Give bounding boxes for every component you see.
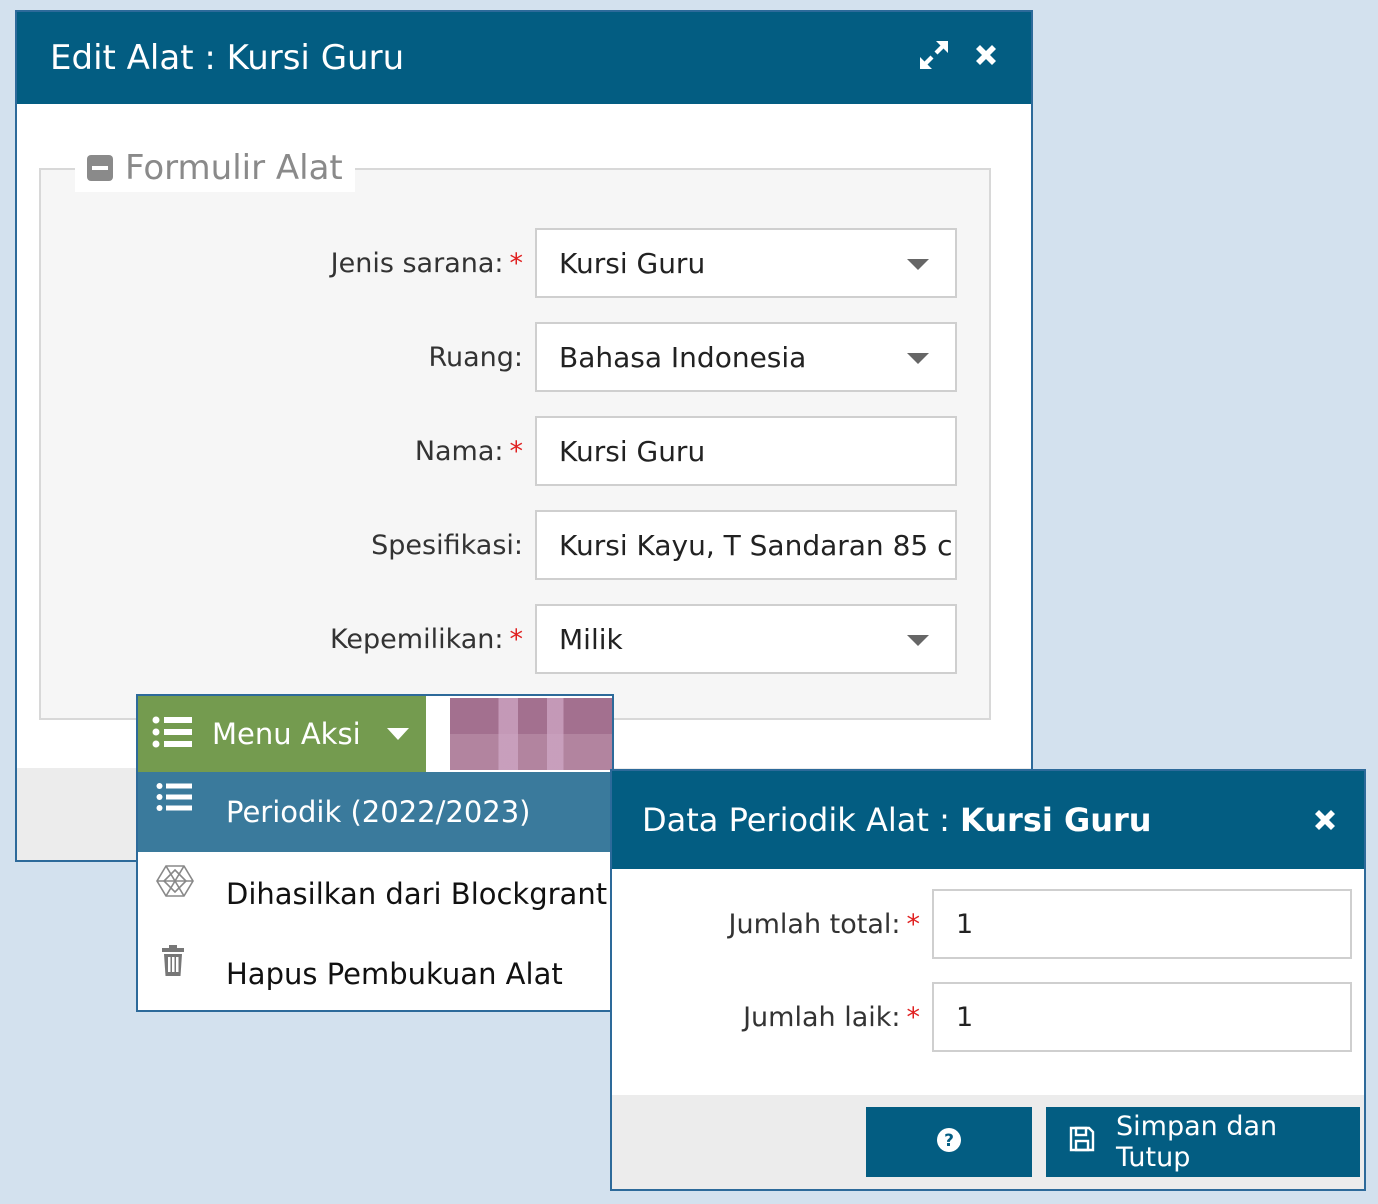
question-icon: ?: [935, 1126, 963, 1158]
close-icon[interactable]: [969, 38, 1003, 72]
trash-icon: [156, 944, 192, 980]
input-value: 1: [956, 908, 974, 940]
dropdown-caret-icon: [907, 635, 929, 646]
save-and-close-button[interactable]: Simpan dan Tutup: [1046, 1107, 1360, 1177]
required-mark: *: [509, 435, 524, 467]
menu-item-blockgrant[interactable]: Dihasilkan dari Blockgrant: [138, 854, 612, 934]
spesifikasi-input[interactable]: Kursi Kayu, T Sandaran 85 cm: [535, 510, 957, 580]
input-value: 1: [956, 1001, 974, 1033]
field-label: Jumlah total: *: [728, 908, 921, 940]
fieldset-legend-label: Formulir Alat: [125, 148, 343, 188]
tool-form-fieldset: Formulir Alat Jenis sarana: * Kursi Guru …: [39, 144, 993, 720]
dialog-titlebar[interactable]: Data Periodik Alat : Kursi Guru: [612, 771, 1364, 869]
jumlah-laik-input[interactable]: 1: [932, 982, 1352, 1052]
pixelated-button[interactable]: [450, 698, 612, 770]
jumlah-total-input[interactable]: 1: [932, 889, 1352, 959]
input-value: Kursi Guru: [559, 434, 706, 468]
save-button-label: Simpan dan Tutup: [1116, 1111, 1278, 1173]
menu-item-periodik[interactable]: Periodik (2022/2023): [138, 772, 612, 852]
form-row-kepemilikan: Kepemilikan: * Milik: [41, 604, 993, 674]
dropdown-caret-icon: [907, 259, 929, 270]
periodic-data-dialog: Data Periodik Alat : Kursi Guru Jumlah t…: [610, 769, 1366, 1191]
dialog-footer: ? Simpan dan Tutup: [612, 1095, 1364, 1189]
required-mark: *: [509, 623, 524, 655]
floppy-disk-icon: [1068, 1125, 1096, 1160]
list-icon: [156, 782, 192, 818]
nama-input[interactable]: Kursi Guru: [535, 416, 957, 486]
jenis-sarana-select[interactable]: Kursi Guru: [535, 228, 957, 298]
svg-text:?: ?: [944, 1131, 954, 1151]
select-value: Bahasa Indonesia: [559, 340, 807, 374]
dialog-titlebar[interactable]: Edit Alat : Kursi Guru: [17, 12, 1031, 104]
menu-item-label: Periodik (2022/2023): [226, 795, 531, 829]
required-mark: *: [906, 908, 921, 940]
field-label: Kepemilikan: *: [330, 623, 524, 655]
menu-item-hapus[interactable]: Hapus Pembukuan Alat: [138, 934, 612, 1014]
chevron-down-icon: [386, 728, 409, 740]
collapse-icon[interactable]: [87, 155, 113, 181]
maximize-icon[interactable]: [917, 38, 951, 72]
form-row-jenis-sarana: Jenis sarana: * Kursi Guru: [41, 228, 993, 298]
fieldset-legend[interactable]: Formulir Alat: [75, 144, 355, 192]
required-mark: *: [509, 247, 524, 279]
menu-item-label: Dihasilkan dari Blockgrant: [226, 877, 608, 911]
close-icon[interactable]: [1308, 803, 1342, 837]
field-label: Spesifikasi:: [371, 529, 523, 561]
help-button[interactable]: ?: [866, 1107, 1032, 1177]
form-row-jumlah-laik: Jumlah laik: * 1: [612, 982, 1364, 1052]
background-corner-fold: [1246, 0, 1378, 130]
dialog-title: Edit Alat : Kursi Guru: [50, 38, 405, 78]
menu-aksi-button[interactable]: Menu Aksi: [138, 696, 426, 772]
field-label: Jenis sarana: *: [330, 247, 524, 279]
menu-aksi-label: Menu Aksi: [212, 717, 361, 751]
dropdown-caret-icon: [907, 353, 929, 364]
dialog-title: Data Periodik Alat : Kursi Guru: [642, 801, 1152, 839]
required-mark: *: [906, 1001, 921, 1033]
form-row-jumlah-total: Jumlah total: * 1: [612, 889, 1364, 959]
field-label: Nama: *: [414, 435, 524, 467]
action-menu: Menu Aksi Periodik (2022/2023) Dihasilka…: [136, 694, 614, 1012]
form-row-ruang: Ruang: Bahasa Indonesia: [41, 322, 993, 392]
kepemilikan-select[interactable]: Milik: [535, 604, 957, 674]
input-value: Kursi Kayu, T Sandaran 85 cm: [559, 528, 957, 562]
menu-item-label: Hapus Pembukuan Alat: [226, 957, 563, 991]
form-row-spesifikasi: Spesifikasi: Kursi Kayu, T Sandaran 85 c…: [41, 510, 993, 580]
field-label: Jumlah laik: *: [743, 1001, 921, 1033]
cube-icon: [156, 864, 194, 900]
form-row-nama: Nama: * Kursi Guru: [41, 416, 993, 486]
list-icon: [152, 716, 192, 752]
ruang-select[interactable]: Bahasa Indonesia: [535, 322, 957, 392]
field-label: Ruang:: [428, 341, 523, 373]
select-value: Milik: [559, 622, 623, 656]
select-value: Kursi Guru: [559, 246, 706, 280]
